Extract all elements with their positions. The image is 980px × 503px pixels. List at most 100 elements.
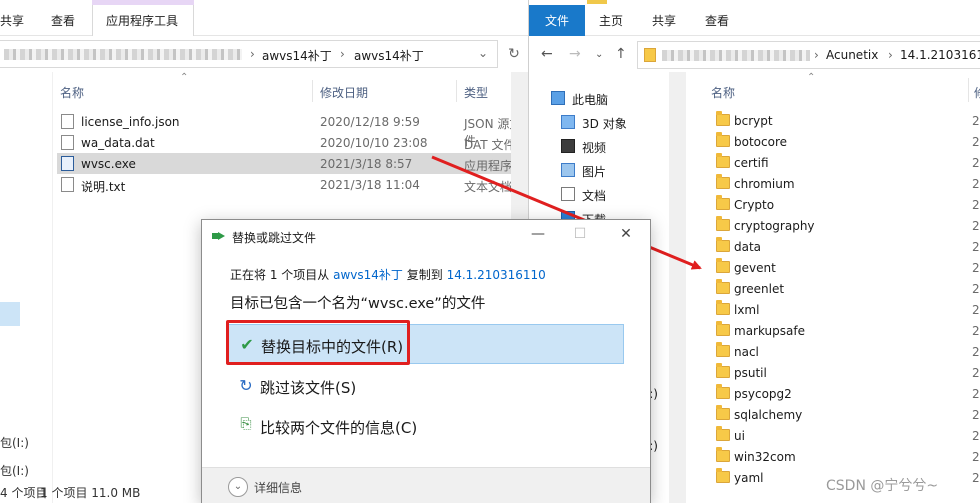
annotation-highlight-box: [226, 320, 410, 365]
folder-name: cryptography: [734, 219, 815, 233]
breadcrumb-separator: ›: [250, 47, 255, 61]
copy-arrows-icon: [212, 230, 226, 240]
pictures-icon: [561, 163, 575, 177]
tab-view[interactable]: 查看: [705, 12, 729, 29]
column-header-date[interactable]: 修: [974, 84, 980, 101]
maximize-icon[interactable]: ☐: [570, 226, 590, 244]
more-details-link[interactable]: 详细信息: [254, 479, 302, 496]
left-nav-drive-item[interactable]: 包(I:): [0, 462, 29, 479]
left-nav-selected-item[interactable]: [0, 302, 20, 326]
tab-share[interactable]: 共享: [652, 12, 676, 29]
up-arrow-icon[interactable]: ↑: [615, 46, 627, 62]
folder-icon: [716, 111, 730, 126]
copy-progress-text: 正在将 1 个项目从 awvs14补丁 复制到 14.1.210316110: [230, 266, 546, 283]
file-date: 2021/3/18 8:57: [320, 157, 413, 171]
folder-date: 2: [972, 429, 980, 443]
minimize-icon[interactable]: —: [528, 226, 548, 244]
folder-icon: [716, 363, 730, 378]
folder-name: psycopg2: [734, 387, 792, 401]
tab-view[interactable]: 查看: [51, 12, 75, 29]
recent-locations-icon[interactable]: ⌄: [595, 49, 603, 60]
folder-name: ui: [734, 429, 745, 443]
file-row-selected[interactable]: wvsc.exe 2021/3/18 8:57 应用程序: [57, 153, 528, 174]
folder-icon: [716, 447, 730, 462]
forward-arrow-icon[interactable]: →: [569, 46, 581, 62]
sort-up-icon: ⌃: [180, 72, 189, 83]
file-name: wvsc.exe: [81, 157, 136, 171]
dialog-title: 替换或跳过文件: [232, 231, 317, 245]
left-address-bar[interactable]: › awvs14补丁 › awvs14补丁 ⌄: [0, 40, 498, 68]
compare-files-option[interactable]: ⎘ 比较两个文件的信息(C): [226, 406, 624, 446]
folder-name: chromium: [734, 177, 795, 191]
file-name: license_info.json: [81, 115, 180, 129]
right-address-bar[interactable]: › Acunetix › 14.1.210316110: [637, 41, 980, 69]
column-divider[interactable]: [312, 80, 313, 102]
tab-home[interactable]: 主页: [599, 12, 623, 29]
column-header-name[interactable]: 名称: [711, 84, 735, 101]
tab-application-tools[interactable]: 应用程序工具: [92, 0, 194, 36]
breadcrumb-separator: ›: [814, 48, 819, 62]
destination-folder-link[interactable]: 14.1.210316110: [447, 268, 546, 282]
tab-application-tools-label: 应用程序工具: [106, 14, 179, 28]
breadcrumb-item[interactable]: Acunetix: [826, 48, 878, 62]
folder-date: 2: [972, 135, 980, 149]
refresh-icon[interactable]: ↻: [500, 40, 528, 68]
exe-file-icon: [61, 156, 74, 171]
left-nav-drive-item[interactable]: 包(I:): [0, 434, 29, 451]
folder-date: 2: [972, 387, 980, 401]
column-header-name[interactable]: 名称: [60, 84, 84, 101]
folder-date: 2: [972, 261, 980, 275]
quick-access-folder-icon[interactable]: [587, 0, 607, 4]
left-ribbon: 共享 查看 应用程序工具: [0, 0, 528, 36]
generic-file-icon: [61, 135, 74, 150]
folder-date: 2: [972, 366, 980, 380]
right-file-list: 名称 修 ⌃ bcrypt 2 botocore 2 certifi 2 chromium 2…: [687, 72, 980, 503]
folder-icon: [716, 237, 730, 252]
tab-file[interactable]: 文件: [529, 5, 585, 36]
computer-icon: [551, 91, 565, 105]
file-row[interactable]: license_info.json 2020/12/18 9:59 JSON 源…: [57, 111, 528, 148]
folder-name: sqlalchemy: [734, 408, 803, 422]
back-arrow-icon[interactable]: ←: [541, 46, 553, 62]
source-folder-link[interactable]: awvs14补丁: [333, 268, 403, 282]
column-header-date[interactable]: 修改日期: [320, 84, 368, 101]
chevron-down-icon[interactable]: ⌄: [228, 477, 248, 497]
folder-name: Crypto: [734, 198, 775, 212]
breadcrumb-item[interactable]: 14.1.210316110: [900, 48, 980, 62]
folder-date: 2: [972, 324, 980, 338]
folder-name: gevent: [734, 261, 776, 275]
folder-date: 2: [972, 408, 980, 422]
folder-icon: [716, 405, 730, 420]
folder-date: 2: [972, 450, 980, 464]
dialog-titlebar[interactable]: 替换或跳过文件 — ☐ ✕: [202, 220, 650, 250]
column-divider[interactable]: [968, 78, 969, 102]
folder-date: 2: [972, 345, 980, 359]
folder-date: 2: [972, 240, 980, 254]
folder-icon: [716, 426, 730, 441]
close-icon[interactable]: ✕: [616, 226, 636, 244]
folder-date: 2: [972, 282, 980, 296]
address-dropdown-icon[interactable]: ⌄: [478, 46, 488, 60]
breadcrumb-item[interactable]: awvs14补丁: [262, 47, 332, 64]
tab-share[interactable]: 共享: [0, 12, 24, 29]
folder-name: greenlet: [734, 282, 785, 296]
folder-date: 2: [972, 114, 980, 128]
file-date: 2021/3/18 11:04: [320, 178, 420, 192]
folder-name: botocore: [734, 135, 787, 149]
breadcrumb-item[interactable]: awvs14补丁: [354, 47, 424, 64]
folder-name: lxml: [734, 303, 760, 317]
documents-icon: [561, 187, 575, 201]
nav-pane-scrollbar[interactable]: [669, 72, 686, 503]
column-header-type[interactable]: 类型: [464, 84, 488, 101]
file-row[interactable]: 说明.txt 2021/3/18 11:04 文本文档: [57, 174, 528, 195]
folder-icon: [716, 300, 730, 315]
pane-splitter[interactable]: [52, 72, 53, 503]
folder-name: bcrypt: [734, 114, 773, 128]
folder-icon: [716, 384, 730, 399]
file-row[interactable]: wa_data.dat 2020/10/10 23:08 DAT 文件: [57, 132, 528, 153]
file-name: 说明.txt: [81, 180, 126, 194]
folder-name: psutil: [734, 366, 767, 380]
column-divider[interactable]: [456, 80, 457, 102]
redacted-path: [4, 49, 242, 60]
skip-file-option[interactable]: ↻ 跳过该文件(S): [226, 366, 624, 406]
